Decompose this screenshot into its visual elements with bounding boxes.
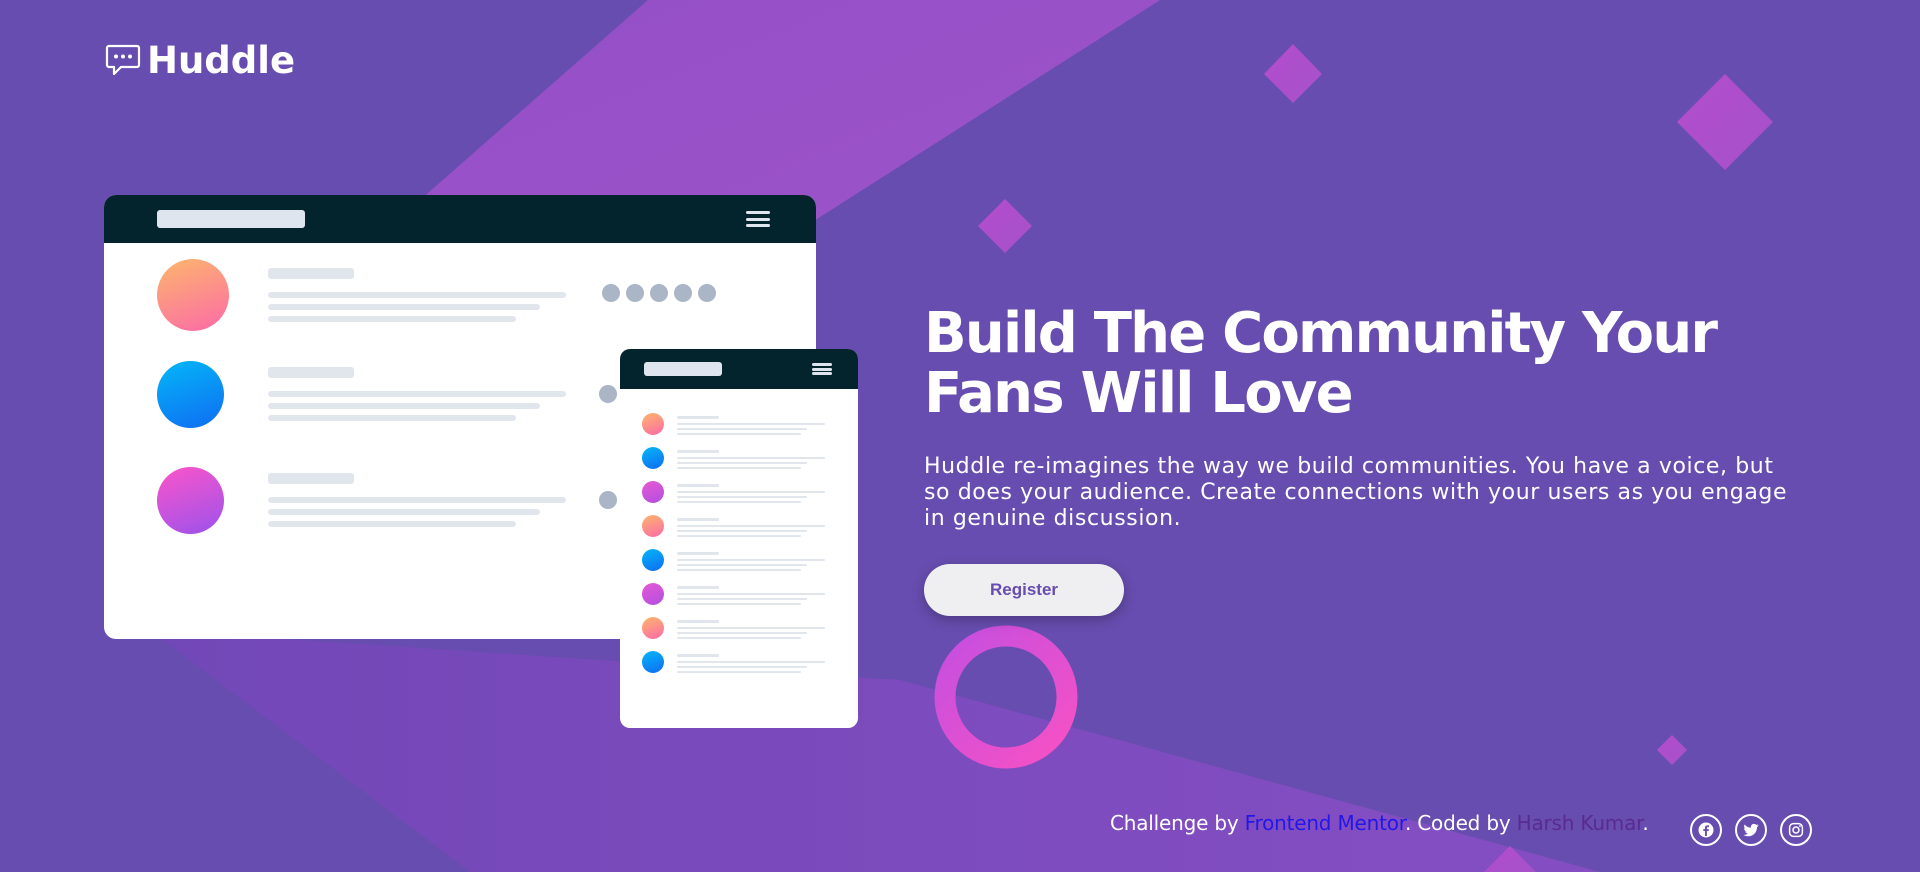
hero-section: Build The Community Your Fans Will Love …	[924, 304, 1824, 532]
mobile-mockup-text-line	[677, 569, 801, 571]
mobile-mockup-text-line	[677, 423, 825, 425]
mobile-mockup-text-line	[677, 627, 825, 629]
mockup-text-line	[268, 268, 354, 279]
mobile-mockup-text-line	[677, 433, 801, 435]
hero-title-line2: Fans Will Love	[924, 361, 1354, 426]
mockup-avatar	[157, 259, 229, 331]
logo[interactable]: Huddle	[105, 42, 295, 80]
mockup-text-line	[268, 509, 540, 515]
twitter-icon	[1743, 823, 1759, 837]
mockup-text-line	[268, 415, 516, 421]
mobile-mockup-avatar	[642, 583, 664, 605]
mobile-mockup-avatar	[642, 481, 664, 503]
attribution: Challenge by Frontend Mentor. Coded by H…	[1110, 811, 1649, 835]
mockup-text-line	[268, 391, 566, 397]
mockup-dot	[599, 491, 617, 509]
hero-title: Build The Community Your Fans Will Love	[924, 304, 1824, 424]
attribution-middle: . Coded by	[1404, 811, 1517, 835]
mobile-mockup-text-line	[677, 467, 801, 469]
attribution-suffix: .	[1642, 811, 1649, 835]
mobile-mockup-text-line	[677, 603, 801, 605]
mobile-mockup-text-line	[677, 620, 719, 623]
mockup-dot	[626, 284, 644, 302]
mobile-mockup-text-line	[677, 559, 825, 561]
author-link[interactable]: Harsh Kumar	[1517, 811, 1643, 835]
mobile-mockup-text-line	[677, 564, 807, 566]
instagram-icon	[1788, 822, 1804, 838]
mockup-topbar	[104, 195, 816, 243]
mobile-mockup-text-line	[677, 530, 807, 532]
mobile-mockup-avatar	[642, 651, 664, 673]
mockup-url-bar	[157, 210, 305, 228]
mobile-mockup-text-line	[677, 450, 719, 453]
mockup-dot	[698, 284, 716, 302]
mobile-mockup-text-line	[677, 518, 719, 521]
mobile-mockup-text-line	[677, 491, 825, 493]
instagram-link[interactable]	[1780, 814, 1812, 846]
register-button[interactable]: Register	[924, 564, 1124, 616]
frontend-mentor-link[interactable]: Frontend Mentor	[1245, 811, 1406, 835]
mobile-mockup-text-line	[677, 457, 825, 459]
mobile-mockup-text-line	[677, 654, 719, 657]
hamburger-icon	[746, 211, 770, 227]
mobile-mockup-text-line	[677, 666, 807, 668]
mobile-mockup-text-line	[677, 428, 807, 430]
hamburger-icon	[812, 363, 832, 375]
mobile-mockup-text-line	[677, 525, 825, 527]
mobile-mockup-text-line	[677, 496, 807, 498]
mobile-mockup-text-line	[677, 671, 801, 673]
chat-bubble-icon	[105, 44, 141, 76]
mobile-mockup-text-line	[677, 632, 807, 634]
mockup-text-line	[268, 497, 566, 503]
mobile-mockup-text-line	[677, 637, 801, 639]
mockup-text-line	[268, 316, 516, 322]
mobile-mockup-avatar	[642, 617, 664, 639]
mockup-text-line	[268, 367, 354, 378]
hero-description: Huddle re-imagines the way we build comm…	[924, 454, 1788, 531]
mobile-mockup-topbar	[620, 349, 858, 389]
mockup-dot	[602, 284, 620, 302]
mockup-dot	[674, 284, 692, 302]
mobile-mockup-text-line	[677, 535, 801, 537]
mockup-avatar	[157, 466, 224, 534]
mobile-mockup	[620, 349, 858, 728]
mockup-avatar	[157, 360, 224, 428]
twitter-link[interactable]	[1735, 814, 1767, 846]
social-links	[1690, 814, 1812, 846]
hero-title-line1: Build The Community Your	[924, 301, 1718, 366]
mockup-text-line	[268, 521, 516, 527]
mobile-mockup-text-line	[677, 552, 719, 555]
mobile-mockup-avatar	[642, 413, 664, 435]
mockup-text-line	[268, 473, 354, 484]
facebook-link[interactable]	[1690, 814, 1722, 846]
mockup-dot	[650, 284, 668, 302]
mobile-url-bar	[644, 362, 722, 376]
mobile-mockup-text-line	[677, 598, 807, 600]
mobile-mockup-text-line	[677, 586, 719, 589]
mobile-mockup-avatar	[642, 515, 664, 537]
mobile-mockup-text-line	[677, 462, 807, 464]
mobile-mockup-text-line	[677, 501, 801, 503]
mockup-text-line	[268, 292, 566, 298]
mobile-mockup-text-line	[677, 593, 825, 595]
mobile-mockup-text-line	[677, 661, 825, 663]
facebook-icon	[1698, 822, 1714, 838]
mobile-mockup-text-line	[677, 416, 719, 419]
mockup-text-line	[268, 403, 540, 409]
mobile-mockup-avatar	[642, 549, 664, 571]
attribution-prefix: Challenge by	[1110, 811, 1245, 835]
mobile-mockup-text-line	[677, 484, 719, 487]
mockup-text-line	[268, 304, 540, 310]
mockup-dot	[599, 385, 617, 403]
mobile-mockup-avatar	[642, 447, 664, 469]
logo-text: Huddle	[147, 39, 296, 82]
